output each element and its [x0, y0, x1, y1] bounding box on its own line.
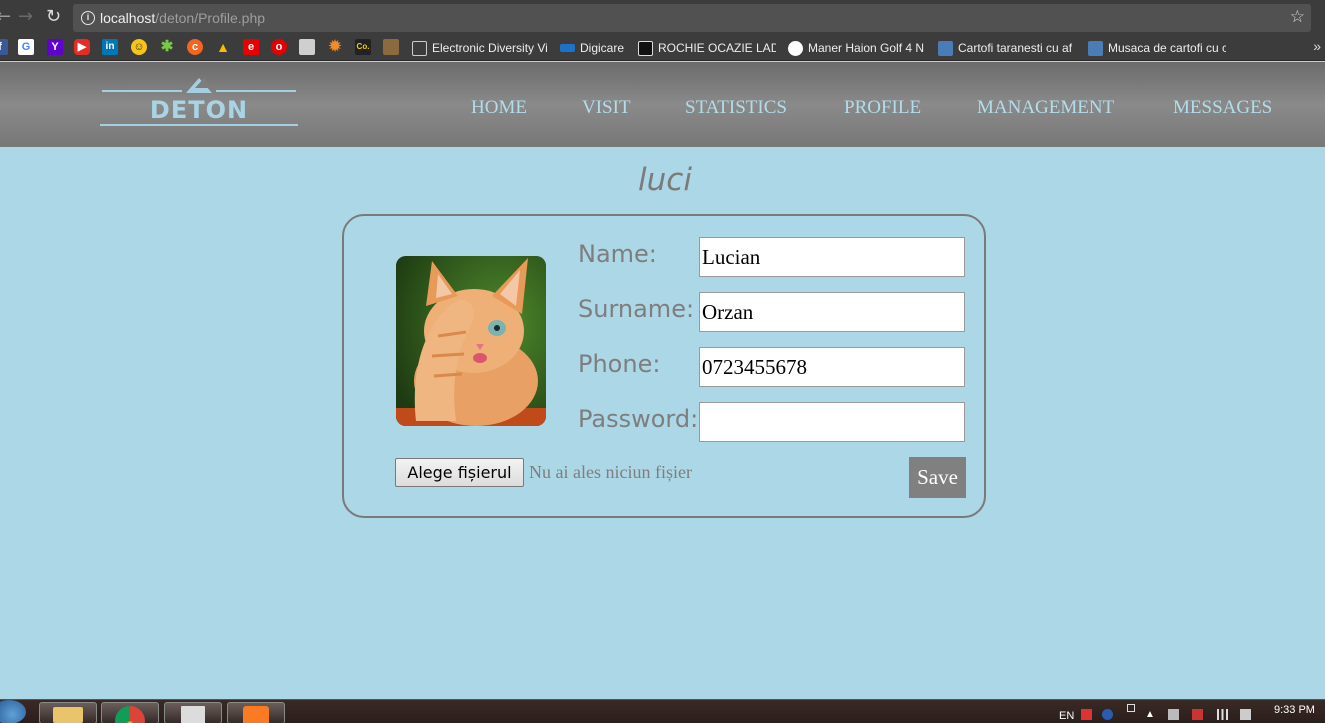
reload-icon[interactable]: ↻ — [46, 8, 61, 26]
olx-icon — [788, 40, 803, 56]
password-label: Password: — [578, 405, 699, 433]
save-button[interactable]: Save — [909, 457, 966, 498]
mountain-shadow-icon — [195, 78, 213, 88]
xampp-taskbar-button[interactable] — [227, 702, 285, 723]
linkedin-icon[interactable]: in — [102, 39, 118, 55]
signal-icon[interactable] — [1217, 709, 1228, 720]
emoji-icon[interactable]: ☺ — [131, 39, 147, 55]
vodafone-icon[interactable]: o — [271, 39, 287, 55]
flag-icon[interactable] — [1192, 709, 1203, 720]
address-bar[interactable]: i localhost/deton/Profile.php ☆ — [73, 4, 1311, 32]
nav-profile[interactable]: PROFILE — [844, 97, 921, 119]
more-bookmarks-icon[interactable]: » — [1313, 38, 1321, 54]
food-icon — [938, 40, 953, 56]
bookmark-label: Electronic Diversity Vi — [432, 41, 548, 55]
surname-input[interactable] — [699, 292, 965, 332]
green-star-icon[interactable]: ✱ — [159, 39, 175, 55]
name-label: Name: — [578, 240, 657, 268]
bookmark-label: Musaca de cartofi cu c — [1108, 41, 1226, 55]
nav-messages[interactable]: MESSAGES — [1173, 97, 1272, 119]
tray-expand-icon[interactable]: ▲ — [1145, 709, 1155, 720]
bookmark-star-icon[interactable]: ☆ — [1290, 7, 1305, 27]
google-icon[interactable]: G — [18, 39, 34, 55]
bookmark-label: Maner Haion Golf 4 N — [808, 41, 925, 55]
phone-input[interactable] — [699, 347, 965, 387]
logo-underline — [100, 124, 298, 126]
castle-icon[interactable] — [383, 39, 399, 55]
bookmark-item[interactable]: Electronic Diversity Vi — [412, 39, 552, 57]
name-input[interactable] — [699, 237, 965, 277]
yahoo-icon[interactable]: Y — [47, 39, 63, 55]
food-icon — [1088, 40, 1103, 56]
avatar — [396, 256, 546, 426]
logo-line — [102, 90, 182, 92]
phone-label: Phone: — [578, 350, 661, 378]
notepad-icon — [181, 706, 205, 723]
clock-time[interactable]: 9:33 PM — [1274, 704, 1315, 716]
language-indicator[interactable]: EN — [1059, 710, 1074, 722]
file-status-text: Nu ai ales niciun fișier — [529, 462, 692, 482]
site-header: DETON HOME VISIT STATISTICS PROFILE MANA… — [0, 62, 1325, 147]
bookmark-label: Digicare — [580, 41, 625, 55]
info-icon[interactable]: i — [81, 11, 95, 25]
nav-management[interactable]: MANAGEMENT — [977, 97, 1114, 119]
speaker-icon[interactable] — [1168, 709, 1179, 720]
xampp-icon — [243, 706, 269, 723]
bookmark-item[interactable]: Maner Haion Golf 4 N — [788, 39, 926, 57]
profile-username: luci — [638, 162, 692, 198]
blocks-icon[interactable] — [299, 39, 315, 55]
chrome-icon — [115, 706, 145, 723]
tray-app-icon[interactable] — [1081, 709, 1092, 720]
logo-text: DETON — [149, 96, 249, 124]
co-icon[interactable]: Co. — [355, 39, 371, 55]
chrome-taskbar-button[interactable] — [101, 702, 159, 723]
page-icon — [412, 40, 427, 56]
browser-toolbar: ← → ↻ i localhost/deton/Profile.php ☆ — [0, 0, 1325, 35]
youtube-icon[interactable]: ▶ — [74, 39, 90, 55]
help-icon[interactable] — [1102, 709, 1113, 720]
cat-photo — [396, 256, 546, 426]
tf-icon — [638, 40, 653, 56]
digicare-icon — [560, 44, 575, 52]
nav-statistics[interactable]: STATISTICS — [685, 97, 787, 119]
facebook-icon[interactable]: f — [0, 39, 8, 55]
explorer-taskbar-button[interactable] — [39, 702, 97, 723]
notepad-taskbar-button[interactable] — [164, 702, 222, 723]
start-button-icon[interactable] — [0, 700, 26, 723]
bookmark-item[interactable]: Musaca de cartofi cu c — [1088, 39, 1226, 57]
e-icon[interactable]: e — [243, 39, 259, 55]
folder-icon — [53, 707, 83, 723]
url-text: localhost/deton/Profile.php — [100, 10, 266, 26]
orange-c-icon[interactable]: c — [187, 39, 203, 55]
password-input[interactable] — [699, 402, 965, 442]
bookmarks-bar: f G Y ▶ in ☺ ✱ c ▲ e o ✹ Co. Electronic … — [0, 35, 1325, 61]
bookmark-label: Cartofi taranesti cu af — [958, 41, 1073, 55]
profile-card: Name: Surname: Phone: Password: Alege fi… — [342, 214, 986, 518]
bookmark-item[interactable]: Cartofi taranesti cu af — [938, 39, 1076, 57]
bookmark-item[interactable]: Digicare — [560, 39, 632, 57]
logo-line — [216, 90, 296, 92]
battery-icon[interactable] — [1240, 709, 1251, 720]
nav-home[interactable]: HOME — [471, 97, 527, 119]
bookmark-item[interactable]: ROCHIE OCAZIE LADY — [638, 39, 776, 57]
back-arrow-icon[interactable]: ← — [0, 8, 11, 26]
deton-logo[interactable]: DETON — [100, 76, 298, 128]
google-drive-icon[interactable]: ▲ — [215, 39, 231, 55]
surname-label: Surname: — [578, 295, 695, 323]
network-small-icon[interactable] — [1127, 704, 1135, 712]
forward-arrow-icon[interactable]: → — [18, 8, 33, 26]
bookmark-label: ROCHIE OCAZIE LADY — [658, 41, 776, 55]
choose-file-button[interactable]: Alege fișierul — [395, 458, 524, 487]
gear-orange-icon[interactable]: ✹ — [327, 39, 343, 55]
nav-visit[interactable]: VISIT — [582, 97, 631, 119]
taskbar: EN ▲ 9:33 PM — [0, 699, 1325, 723]
